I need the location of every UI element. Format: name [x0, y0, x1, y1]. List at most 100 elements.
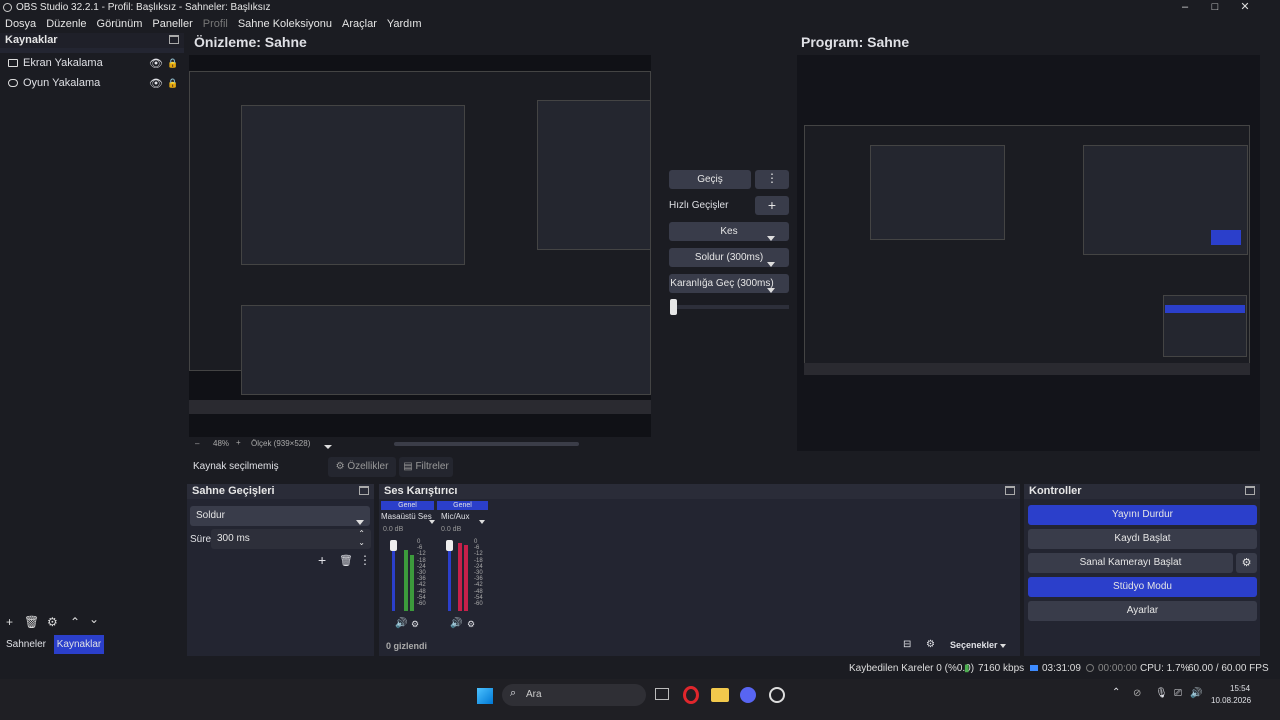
source-item[interactable]: Oyun Yakalama 👁 🔒 [0, 73, 184, 93]
close-icon[interactable]: ✕ [1230, 0, 1260, 15]
menu-scene-collection[interactable]: Sahne Koleksiyonu [238, 18, 332, 30]
options-button[interactable]: Seçenekler [950, 640, 1007, 650]
minimize-icon[interactable]: – [1170, 0, 1200, 15]
menu-view[interactable]: Görünüm [97, 18, 143, 30]
filters-button[interactable]: ▤ Filtreler [399, 457, 453, 477]
add-quick-transition-button[interactable]: + [755, 196, 789, 215]
trash-icon[interactable]: 🗑 [339, 554, 353, 567]
volume-icon[interactable]: 🔊 [1190, 688, 1202, 699]
transition-select[interactable]: Soldur [190, 506, 370, 526]
quick-transition-fade[interactable]: Soldur (300ms) [669, 248, 789, 267]
gear-icon[interactable]: ⚙ [47, 615, 58, 629]
chevron-down-icon[interactable] [767, 281, 775, 300]
channel-group-label: Genel [437, 501, 488, 510]
spinner-icon[interactable]: ⌃ ⌄ [358, 529, 365, 547]
obs-taskbar-icon[interactable] [769, 687, 785, 703]
menu-edit[interactable]: Düzenle [46, 18, 86, 30]
chevron-down-icon[interactable] [479, 514, 485, 528]
move-up-icon[interactable]: ⌃ [70, 615, 80, 629]
preview-canvas[interactable] [189, 55, 651, 437]
preview-title: Önizleme: Sahne [194, 34, 307, 50]
clock-time[interactable]: 15:54 [1230, 684, 1250, 693]
chevron-down-icon[interactable] [324, 442, 332, 451]
eye-icon[interactable]: 👁 [149, 57, 163, 70]
undock-icon[interactable] [1005, 486, 1015, 495]
horizontal-scrollbar[interactable] [394, 442, 579, 446]
tab-sources[interactable]: Kaynaklar [54, 635, 104, 654]
volume-slider-handle[interactable] [446, 540, 453, 551]
chevron-down-icon[interactable] [767, 255, 775, 274]
record-time: 00:00:00 [1098, 663, 1137, 674]
move-down-icon[interactable]: ⌄ [89, 612, 99, 626]
eye-icon[interactable]: 👁 [149, 77, 163, 90]
opera-icon[interactable] [683, 686, 699, 704]
signal-icon: ▮ [964, 663, 970, 674]
windows-start-icon[interactable] [477, 688, 493, 704]
chevron-down-icon[interactable] [429, 514, 435, 528]
t-bar-handle[interactable] [670, 299, 677, 315]
menu-file[interactable]: Dosya [5, 18, 36, 30]
studio-mode-button[interactable]: Stüdyo Modu [1028, 577, 1257, 597]
quick-transition-cut[interactable]: Kes [669, 222, 789, 241]
speaker-icon[interactable]: 🔊 [395, 618, 407, 629]
duration-field[interactable]: 300 ms ⌃ ⌄ [211, 529, 371, 549]
trash-icon[interactable]: 🗑 [24, 615, 39, 629]
start-record-button[interactable]: Kaydı Başlat [1028, 529, 1257, 549]
channel-db: 0.0 dB [383, 526, 404, 533]
nested-taskbar [189, 400, 651, 414]
network-off-icon[interactable]: ⊘ [1133, 688, 1141, 699]
volume-slider-track[interactable] [392, 541, 395, 611]
bitrate: 7160 kbps [978, 663, 1025, 674]
gear-icon[interactable]: ⚙ [411, 619, 419, 630]
zoom-in-icon[interactable]: + [236, 438, 241, 447]
speaker-icon[interactable]: 🔊 [450, 618, 462, 629]
properties-label: Özellikler [347, 461, 389, 472]
preview-zoom-bar: – 48% + Ölçek (939×528) [189, 437, 651, 451]
quick-transition-fade-black[interactable]: Karanlığa Geç (300ms) [669, 274, 789, 293]
channel-db: 0.0 dB [441, 526, 462, 533]
volume-slider-handle[interactable] [390, 540, 397, 551]
settings-button[interactable]: Ayarlar [1028, 601, 1257, 621]
volume-slider-track[interactable] [448, 541, 451, 611]
taskbar-search[interactable]: ⌕ Ara [502, 684, 646, 706]
more-options-icon[interactable]: ⋮ [359, 553, 371, 567]
clock-date[interactable]: 10.08.2026 [1211, 696, 1251, 705]
lock-icon[interactable]: 🔒 [167, 58, 178, 69]
discord-icon[interactable] [740, 687, 756, 703]
audio-meter [404, 549, 408, 611]
t-bar-track[interactable] [672, 305, 789, 309]
maximize-icon[interactable]: □ [1200, 0, 1230, 15]
undock-icon[interactable] [169, 35, 179, 44]
undock-icon[interactable] [359, 486, 369, 495]
menu-tools[interactable]: Araçlar [342, 18, 377, 30]
virtual-camera-button[interactable]: Sanal Kamerayı Başlat [1028, 553, 1233, 573]
lock-icon[interactable]: 🔒 [167, 78, 178, 89]
more-options-icon[interactable]: ⋮ [755, 170, 789, 189]
microphone-icon[interactable]: 🎙 [1155, 688, 1168, 699]
nested-studio-button [1211, 230, 1241, 245]
layout-icon[interactable]: ⊟ [903, 639, 911, 650]
monitor-icon[interactable]: ⎚ [1174, 688, 1182, 699]
undock-icon[interactable] [1245, 486, 1255, 495]
stop-stream-button[interactable]: Yayını Durdur [1028, 505, 1257, 525]
channel-name[interactable]: Masaüstü Ses [381, 512, 432, 521]
zoom-out-icon[interactable]: – [195, 439, 199, 448]
menu-docks[interactable]: Paneller [152, 18, 192, 30]
transition-button[interactable]: Geçiş [669, 170, 751, 189]
gear-icon[interactable]: ⚙ [926, 639, 935, 650]
channel-name[interactable]: Mic/Aux [441, 512, 469, 521]
task-view-icon[interactable] [655, 688, 669, 700]
source-item[interactable]: Ekran Yakalama 👁 🔒 [0, 53, 184, 73]
gear-icon[interactable]: ⚙ [467, 619, 475, 630]
tab-scenes[interactable]: Sahneler [0, 635, 52, 654]
menu-profile[interactable]: Profil [203, 18, 228, 30]
menu-help[interactable]: Yardım [387, 18, 422, 30]
folder-icon[interactable] [711, 688, 729, 702]
chevron-up-icon[interactable]: ⌃ [1112, 687, 1120, 698]
add-icon[interactable]: + [6, 615, 13, 629]
add-icon[interactable]: + [318, 552, 326, 568]
menu-bar: Dosya Düzenle Görünüm Paneller Profil Sa… [0, 15, 1280, 32]
properties-button[interactable]: ⚙ Özellikler [328, 457, 396, 477]
gear-icon[interactable]: ⚙ [1236, 553, 1257, 573]
chevron-down-icon[interactable] [767, 229, 775, 248]
